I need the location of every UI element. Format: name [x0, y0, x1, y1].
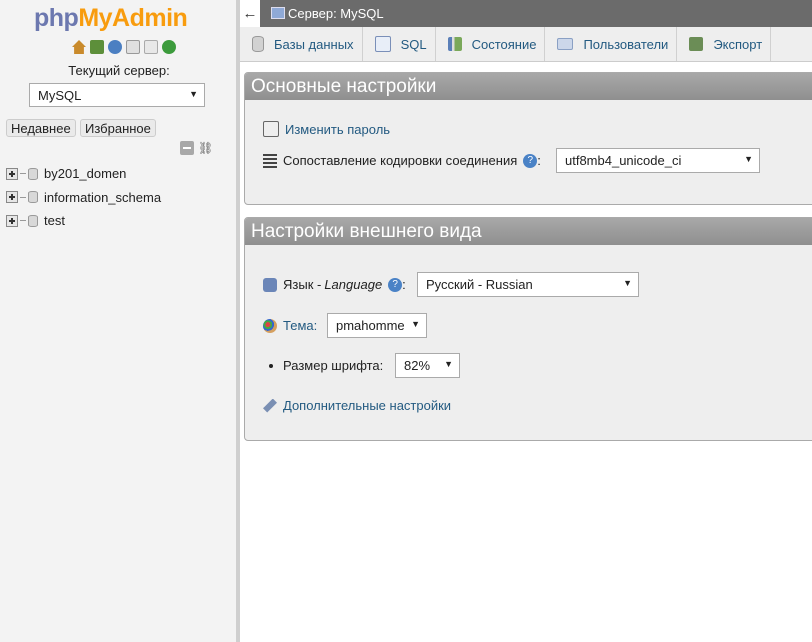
tab-export[interactable]: Экспорт [677, 27, 772, 61]
status-icon [447, 37, 462, 51]
navigation-resizer[interactable] [236, 0, 240, 642]
font-size-select-value: 82% [404, 358, 431, 373]
favorites-tab[interactable]: Избранное [80, 119, 156, 137]
password-icon [263, 121, 279, 137]
navigation-panel: phpMyAdmin Текущий сервер: MySQL ▼ Недав… [0, 0, 239, 642]
theme-icon [263, 318, 277, 333]
language-select[interactable]: Русский - Russian ▼ [417, 272, 639, 297]
expand-icon[interactable] [6, 214, 18, 227]
link-with-main-icon[interactable]: ⛓ [198, 142, 214, 154]
appearance-settings-panel: Настройки внешнего вида Язык - Language … [244, 217, 812, 441]
tree-connector [20, 196, 26, 198]
server-icon [271, 7, 285, 19]
tab-label: Экспорт [713, 36, 763, 52]
tab-label: Базы данных [274, 36, 354, 52]
collation-row: Сопоставление кодировки соединения ? : [263, 153, 541, 168]
collapse-all-icon[interactable] [180, 141, 194, 155]
chevron-down-icon: ▼ [189, 89, 198, 99]
main-menu: Базы данных SQL Состояние Пользователи Э… [240, 27, 812, 62]
tab-status[interactable]: Состояние [436, 27, 546, 61]
tab-sql[interactable]: SQL [363, 27, 436, 61]
wrench-icon [263, 398, 277, 413]
collation-colon: : [537, 153, 541, 168]
server-select[interactable]: MySQL ▼ [29, 83, 205, 107]
bullet-icon [269, 363, 273, 368]
tree-item[interactable]: information_schema [6, 186, 161, 210]
tree-connector [20, 220, 26, 222]
tab-label: Пользователи [583, 36, 669, 52]
tab-label: Состояние [471, 36, 537, 52]
database-icon [28, 214, 38, 227]
breadcrumb-server[interactable]: Сервер: MySQL [288, 6, 384, 21]
export-icon [689, 37, 704, 51]
database-icon [28, 191, 38, 204]
tree-item[interactable]: test [6, 209, 161, 233]
database-name[interactable]: information_schema [44, 190, 161, 205]
theme-link[interactable]: Тема: [283, 318, 317, 333]
help-icon[interactable] [108, 40, 122, 54]
language-label-en: Language [324, 277, 383, 292]
collation-select-value: utf8mb4_unicode_ci [565, 153, 682, 168]
breadcrumb-bar: ← Сервер: MySQL [240, 0, 812, 27]
theme-select-value: pmahomme [336, 318, 405, 333]
current-server-label: Текущий сервер: [68, 63, 170, 78]
tab-databases[interactable]: Базы данных [240, 27, 363, 61]
language-label: Язык - [283, 277, 322, 292]
database-name[interactable]: by201_domen [44, 166, 126, 181]
database-icon [28, 167, 38, 180]
change-password-link[interactable]: Изменить пароль [285, 122, 390, 137]
language-icon [263, 277, 277, 292]
tree-connector [20, 173, 26, 175]
tree-item[interactable]: by201_domen [6, 162, 161, 186]
logo-myadmin-text: MyAdmin [78, 4, 188, 32]
collation-label: Сопоставление кодировки соединения [283, 153, 518, 168]
collation-select[interactable]: utf8mb4_unicode_ci ▼ [556, 148, 760, 173]
chevron-down-icon: ▼ [744, 154, 753, 164]
tab-label: SQL [400, 36, 427, 52]
language-select-value: Русский - Russian [426, 277, 533, 292]
database-tree: by201_domen information_schema test [6, 162, 161, 233]
more-settings-link[interactable]: Дополнительные настройки [283, 398, 451, 413]
recent-tab[interactable]: Недавнее [6, 119, 76, 137]
language-colon: : [402, 277, 406, 292]
general-settings-title: Основные настройки [245, 73, 812, 100]
settings-icon[interactable] [144, 40, 158, 54]
chevron-down-icon: ▼ [444, 359, 453, 369]
change-password-row: Изменить пароль [263, 121, 390, 137]
theme-row: Тема: [263, 318, 317, 333]
tab-users[interactable]: Пользователи [545, 27, 678, 61]
phpmyadmin-logo[interactable]: phpMyAdmin [34, 4, 188, 33]
reload-icon[interactable] [162, 40, 176, 54]
collapse-navigation-button[interactable]: ← [240, 0, 260, 27]
documentation-icon[interactable] [126, 40, 140, 54]
font-size-select[interactable]: 82% ▼ [395, 353, 460, 378]
help-icon[interactable]: ? [388, 277, 403, 292]
appearance-settings-title: Настройки внешнего вида [245, 218, 812, 245]
language-row: Язык - Language ? : [263, 277, 406, 292]
database-name[interactable]: test [44, 213, 65, 228]
theme-select[interactable]: pmahomme ▼ [327, 313, 427, 338]
database-icon [252, 36, 264, 52]
logo-php-text: php [34, 4, 79, 32]
home-icon[interactable] [72, 40, 86, 54]
more-settings-row: Дополнительные настройки [263, 398, 451, 413]
chevron-down-icon: ▼ [623, 278, 632, 288]
quick-icons [72, 40, 176, 54]
users-icon [557, 38, 574, 50]
expand-icon[interactable] [6, 191, 18, 204]
general-settings-panel: Основные настройки Изменить пароль Сопос… [244, 72, 812, 205]
sql-icon [374, 36, 391, 52]
help-icon[interactable]: ? [523, 153, 538, 168]
expand-icon[interactable] [6, 167, 18, 180]
chevron-down-icon: ▼ [411, 319, 420, 329]
logout-icon[interactable] [90, 40, 104, 54]
font-size-label: Размер шрифта: [283, 358, 384, 373]
server-select-value: MySQL [38, 87, 82, 103]
collation-icon [263, 153, 277, 168]
font-size-row: Размер шрифта: [259, 358, 383, 373]
